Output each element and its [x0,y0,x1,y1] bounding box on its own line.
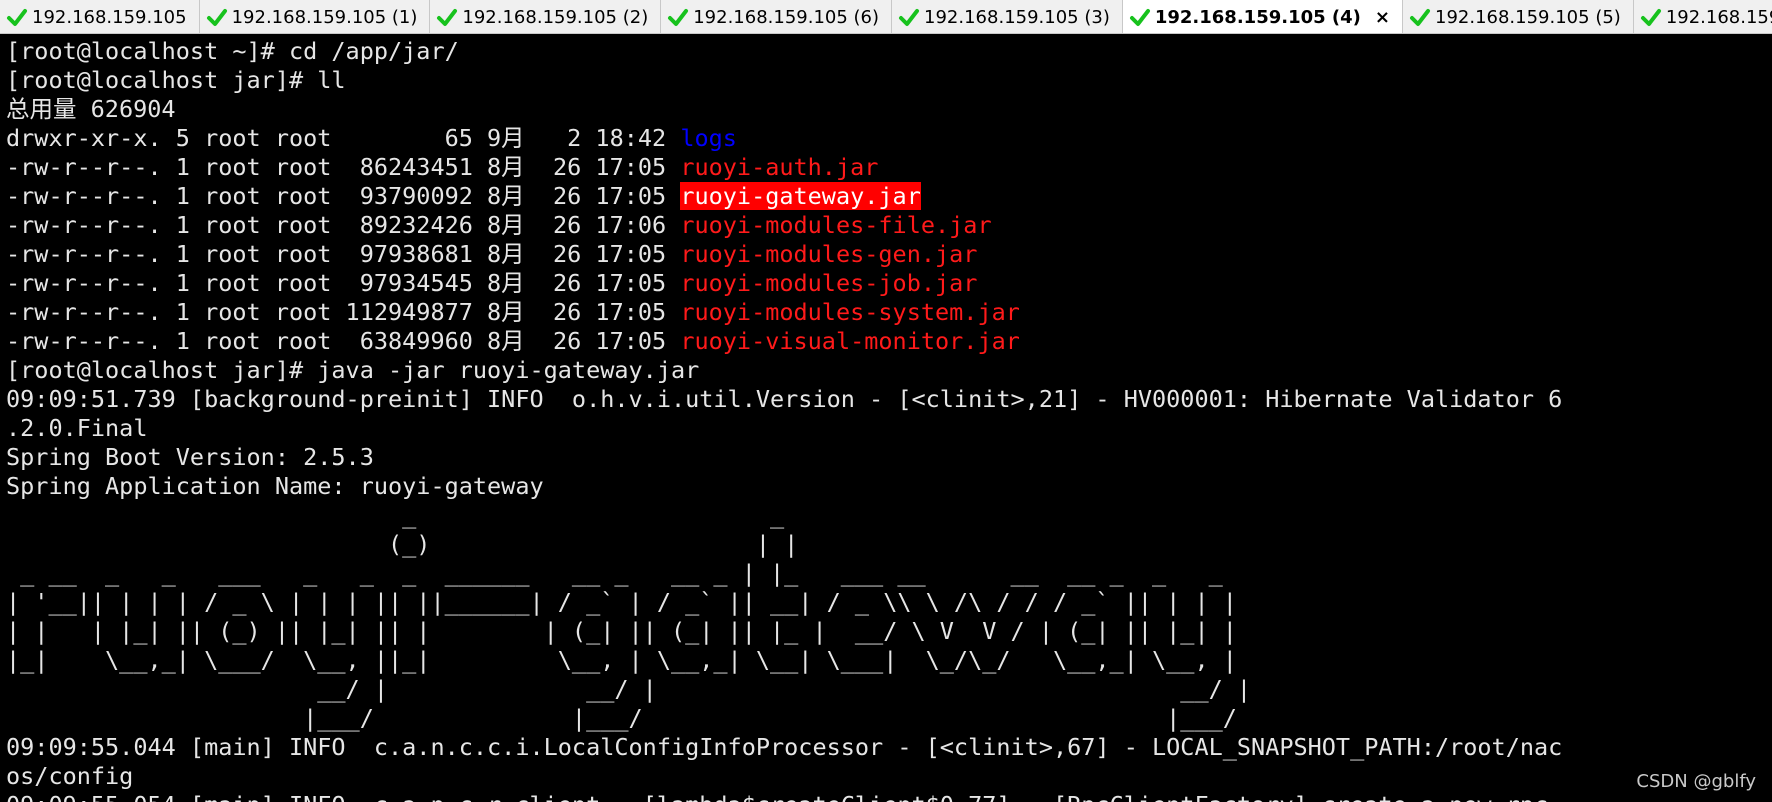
line-text: os/config [6,762,134,790]
tab-label: 192.168.159.105 [32,6,187,28]
session-tab[interactable]: 192.168.159.105 (3) [892,0,1123,33]
terminal-line: [root@localhost ~]# cd /app/jar/ [6,37,1562,66]
terminal-line: _ __ _ _ ___ _ _ _ ______ __ _ __ _ | |_… [6,559,1562,588]
line-text: [root@localhost jar]# java -jar ruoyi-ga… [6,356,700,384]
terminal-line: _ _ [6,501,1562,530]
line-text: 总用量 626904 [6,95,176,123]
file-listing-line: -rw-r--r--. 1 root root 97934545 8月 26 1… [6,269,1562,298]
terminal-line: 总用量 626904 [6,95,1562,124]
check-icon [1129,9,1150,26]
line-text: 09:09:55.044 [main] INFO c.a.n.c.c.i.Loc… [6,733,1563,761]
line-text: 09:09:51.739 [background-preinit] INFO o… [6,385,1563,413]
terminal-line: __/ | __/ | __/ | [6,675,1562,704]
session-tab[interactable]: 192.168.159.105 (2) [430,0,662,33]
terminal-line: 09:09:51.739 [background-preinit] INFO o… [6,385,1562,414]
line-text: .2.0.Final [6,414,148,442]
terminal-line: [root@localhost jar]# ll [6,66,1562,95]
tab-label: 192.168.159.105 (4) [1154,6,1361,28]
terminal-line: Spring Boot Version: 2.5.3 [6,443,1562,472]
tab-label: 192.168.159.105 (5) [1435,6,1621,28]
line-text: -rw-r--r--. 1 root root 63849960 8月 26 1… [6,327,681,355]
directory-name: logs [680,124,737,152]
line-text: __/ | __/ | __/ | [6,675,1252,703]
jar-file-name: ruoyi-auth.jar [680,153,879,181]
check-icon [668,9,689,26]
line-text: -rw-r--r--. 1 root root 93790092 8月 26 1… [6,182,681,210]
line-text: | '__|| | | | / _ \ | | | || ||______| /… [6,588,1237,616]
line-text: drwxr-xr-x. 5 root root 65 9月 2 18:42 [6,124,681,152]
line-text: -rw-r--r--. 1 root root 97938681 8月 26 1… [6,240,681,268]
session-tab[interactable]: 192.168.159.105 (5) [1403,0,1634,33]
jar-file-name: ruoyi-modules-system.jar [680,298,1020,326]
line-text: _ _ [6,501,785,529]
line-text: (_) | | [6,530,799,558]
terminal-line: |___/ |___/ |___/ [6,704,1562,733]
terminal-line: | '__|| | | | / _ \ | | | || ||______| /… [6,588,1562,617]
line-text: -rw-r--r--. 1 root root 97934545 8月 26 1… [6,269,681,297]
line-text: |_| \__,_| \___/ \__, ||_| \__, | \__,_|… [6,646,1237,674]
terminal-output[interactable]: [root@localhost ~]# cd /app/jar/[root@lo… [0,34,1772,802]
check-icon [1410,9,1430,26]
jar-file-name: ruoyi-modules-file.jar [680,211,992,239]
session-tab-bar: 192.168.159.105 192.168.159.105 (1) 192.16… [0,0,1772,34]
session-tab[interactable]: 192.168.159.105 (7) [1633,0,1772,33]
close-tab-icon[interactable]: × [1375,7,1390,28]
file-listing-line: -rw-r--r--. 1 root root 89232426 8月 26 1… [6,211,1562,240]
file-listing-line: -rw-r--r--. 1 root root 97938681 8月 26 1… [6,240,1562,269]
terminal-lines: [root@localhost ~]# cd /app/jar/[root@lo… [6,37,1562,802]
file-listing-line: -rw-r--r--. 1 root root 93790092 8月 26 1… [6,182,1562,211]
session-tab[interactable]: 192.168.159.105 (1) [199,0,431,33]
tab-label: 192.168.159.105 (2) [462,6,649,28]
check-icon [206,9,227,26]
line-text: -rw-r--r--. 1 root root 89232426 8月 26 1… [6,211,681,239]
file-listing-line: -rw-r--r--. 1 root root 86243451 8月 26 1… [6,153,1562,182]
session-tab-active[interactable]: 192.168.159.105 (4) × [1122,0,1403,33]
terminal-line: [root@localhost jar]# java -jar ruoyi-ga… [6,356,1562,385]
terminal-line: 09:09:55.044 [main] INFO c.a.n.c.c.i.Loc… [6,733,1562,762]
line-text: |___/ |___/ |___/ [6,704,1237,732]
tab-label: 192.168.159.105 (6) [693,6,880,28]
check-icon [899,9,920,26]
terminal-line: Spring Application Name: ruoyi-gateway [6,472,1562,501]
line-text: -rw-r--r--. 1 root root 112949877 8月 26 … [6,298,681,326]
check-icon [1640,9,1661,26]
file-listing-line: -rw-r--r--. 1 root root 112949877 8月 26 … [6,298,1562,327]
tab-label: 192.168.159.105 (1) [231,6,418,28]
line-text: 09:09:55.054 [main] INFO c.a.n.c.r.clien… [6,791,1548,802]
check-icon [437,9,458,26]
jar-file-name: ruoyi-gateway.jar [680,182,921,210]
line-text: | | | |_| || (_) || |_| || | | (_| || (_… [6,617,1237,645]
line-text: -rw-r--r--. 1 root root 86243451 8月 26 1… [6,153,681,181]
jar-file-name: ruoyi-modules-job.jar [680,269,978,297]
terminal-line: |_| \__,_| \___/ \__, ||_| \__, | \__,_|… [6,646,1562,675]
watermark: CSDN @gblfy [1636,771,1756,792]
session-tab[interactable]: 192.168.159.105 (6) [661,0,893,33]
check-icon [7,9,27,26]
terminal-window: 192.168.159.105 192.168.159.105 (1) 192.16… [0,0,1772,802]
tab-label: 192.168.159.105 (3) [924,6,1110,28]
line-text: _ __ _ _ ___ _ _ _ ______ __ _ __ _ | |_… [6,559,1223,587]
jar-file-name: ruoyi-modules-gen.jar [680,240,978,268]
session-tab[interactable]: 192.168.159.105 [0,0,200,33]
line-text: Spring Application Name: ruoyi-gateway [6,472,544,500]
line-text: [root@localhost ~]# cd /app/jar/ [6,37,459,65]
terminal-line: os/config [6,762,1562,791]
file-listing-line: -rw-r--r--. 1 root root 63849960 8月 26 1… [6,327,1562,356]
terminal-line: | | | |_| || (_) || |_| || | | (_| || (_… [6,617,1562,646]
jar-file-name: ruoyi-visual-monitor.jar [680,327,1020,355]
terminal-line: 09:09:55.054 [main] INFO c.a.n.c.r.clien… [6,791,1562,802]
terminal-line: .2.0.Final [6,414,1562,443]
line-text: Spring Boot Version: 2.5.3 [6,443,374,471]
tab-label: 192.168.159.105 (7) [1665,6,1772,28]
terminal-line: (_) | | [6,530,1562,559]
line-text: [root@localhost jar]# ll [6,66,346,94]
file-listing-line: drwxr-xr-x. 5 root root 65 9月 2 18:42 lo… [6,124,1562,153]
